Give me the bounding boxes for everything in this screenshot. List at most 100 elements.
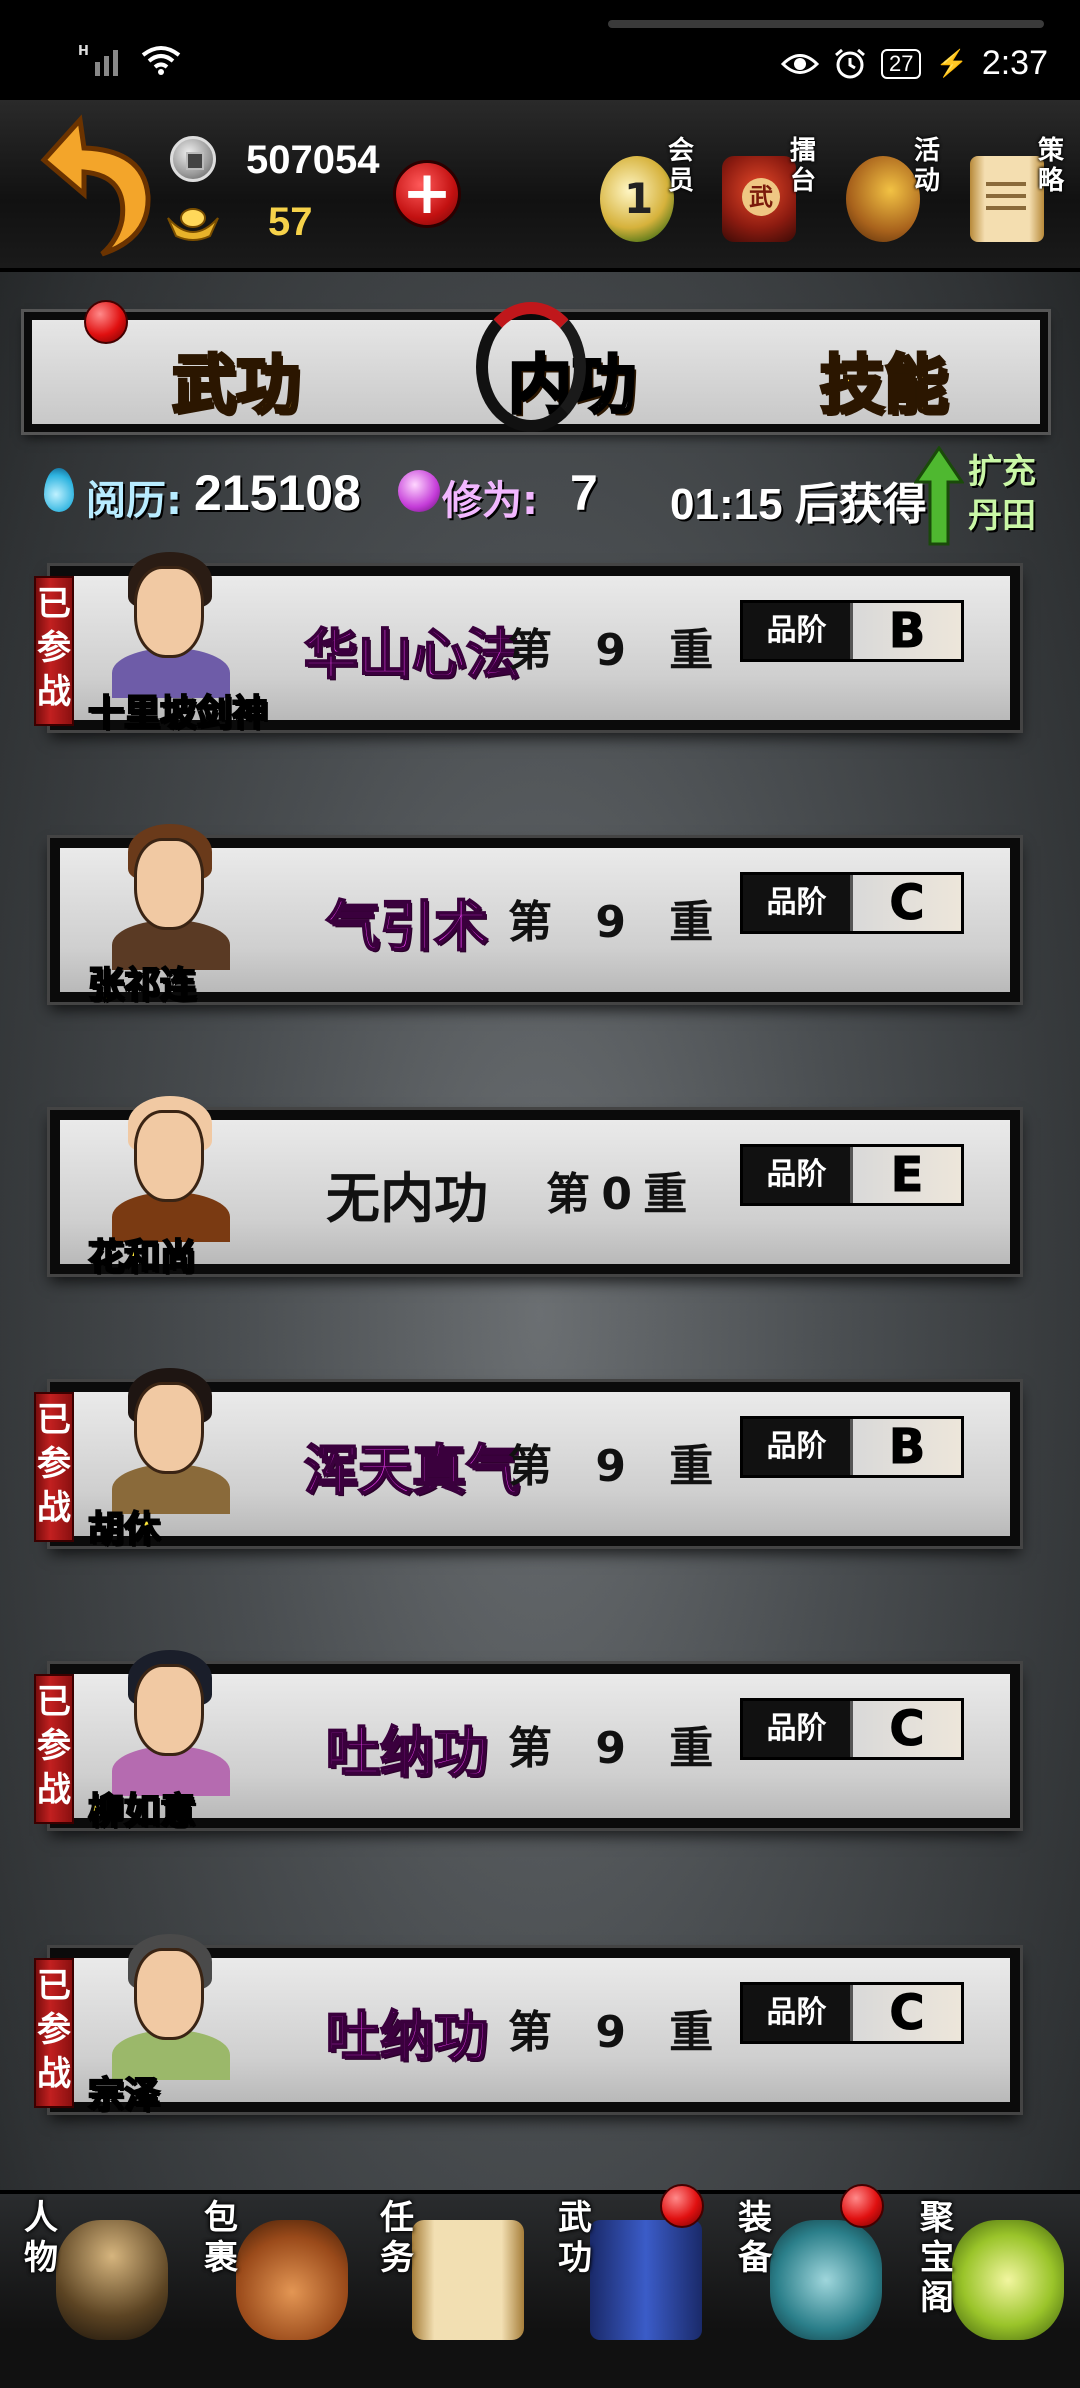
character-row[interactable]: 已参战 胡休 浑天真气 第 9 重 品阶 B — [34, 1368, 1030, 1552]
character-name: 十里坡剑神 — [87, 692, 269, 735]
nav-martial-book-button[interactable]: 武功 — [544, 2184, 720, 2370]
experience-value: 215108 — [194, 465, 361, 521]
vip-icon: 1 — [600, 156, 674, 242]
gold-ingot-icon — [167, 208, 219, 241]
vip-button[interactable]: 1 会员 — [600, 136, 696, 252]
timer-suffix: 后获得 — [794, 480, 927, 529]
strategy-label: 策略 — [1038, 136, 1065, 196]
portrait-face — [134, 1382, 204, 1474]
add-currency-button[interactable]: + — [393, 160, 461, 228]
grade-value: C — [853, 1985, 961, 2042]
grade-label: 品阶 — [743, 1147, 853, 1203]
alarm-icon — [834, 48, 865, 78]
treasure-icon — [952, 2220, 1064, 2340]
grade-label: 品阶 — [743, 1701, 853, 1757]
grade-value: C — [853, 1701, 961, 1758]
tab-martial-arts[interactable]: 武功 — [171, 334, 302, 425]
strategy-button[interactable]: 策略 — [970, 136, 1066, 252]
character-row[interactable]: 已参战 柳如意 吐纳功 第 9 重 品阶 C — [34, 1650, 1030, 1834]
character-row[interactable]: 已参战 宗泽 吐纳功 第 9 重 品阶 C — [34, 1934, 1030, 2118]
skill-name[interactable]: 华山心法 — [303, 610, 521, 689]
character-icon — [56, 2220, 168, 2340]
skill-name[interactable]: 吐纳功 — [325, 1992, 489, 2071]
martial-book-icon — [590, 2220, 702, 2340]
nav-quest-scroll-button[interactable]: 任务 — [366, 2190, 542, 2370]
level-value: 9 — [595, 625, 626, 676]
level-suffix: 重 — [669, 625, 714, 676]
level-prefix: 第 — [508, 1723, 552, 1774]
character-portrait[interactable] — [104, 1360, 234, 1514]
grade-label: 品阶 — [743, 1419, 853, 1475]
clock: 2:37 — [981, 44, 1048, 82]
tab-abilities[interactable]: 技能 — [819, 334, 950, 425]
scroll-icon — [970, 156, 1044, 242]
skill-level: 第 9 重 — [508, 1996, 713, 2060]
bag-icon — [236, 2220, 348, 2340]
level-value: 0 — [601, 1169, 632, 1220]
skill-level: 第 9 重 — [508, 1430, 713, 1494]
wifi-icon — [141, 46, 181, 75]
grade-box: 品阶 C — [740, 1698, 964, 1760]
nav-character-button[interactable]: 人物 — [10, 2190, 186, 2370]
level-suffix: 重 — [669, 1723, 714, 1774]
character-row[interactable]: 已参战 十里坡剑神 华山心法 第 9 重 品阶 B — [34, 552, 1030, 736]
level-prefix: 第 — [508, 1441, 552, 1492]
level-prefix: 第 — [546, 1169, 590, 1220]
nav-label: 聚宝阁 — [920, 2198, 954, 2318]
skill-name[interactable]: 无内功 — [326, 1154, 488, 1233]
character-portrait[interactable] — [104, 1088, 234, 1242]
experience-label: 阅历: — [86, 478, 182, 524]
cultivation-orb-icon — [398, 470, 440, 512]
silver-coin-icon — [170, 136, 216, 182]
character-portrait[interactable] — [104, 816, 234, 970]
status-left: H — [78, 44, 181, 76]
arena-button[interactable]: 武 擂台 — [722, 136, 818, 252]
skill-name[interactable]: 吐纳功 — [325, 1708, 489, 1787]
nav-treasure-button[interactable]: 聚宝阁 — [906, 2190, 1080, 2370]
expand-dantian-button[interactable]: 扩充丹田 — [914, 446, 1054, 550]
event-label: 活动 — [914, 136, 941, 196]
grade-value: B — [853, 603, 961, 660]
skill-level: 第 9 重 — [508, 614, 713, 678]
character-portrait[interactable] — [104, 1642, 234, 1796]
vip-label: 会员 — [668, 136, 695, 196]
notification-dot — [660, 2184, 704, 2228]
level-prefix: 第 — [508, 2007, 552, 2058]
character-name: 宗泽 — [87, 2074, 161, 2117]
up-arrow-icon — [914, 446, 964, 546]
silver-amount: 507054 — [246, 138, 380, 182]
skill-name[interactable]: 浑天真气 — [303, 1426, 521, 1505]
grade-label: 品阶 — [743, 603, 853, 659]
skill-level: 第 9 重 — [508, 1712, 713, 1776]
skill-name[interactable]: 气引术 — [325, 882, 489, 961]
timer-value: 01:15 — [670, 480, 783, 529]
character-row[interactable]: 张祁连 气引术 第 9 重 品阶 C — [40, 824, 1030, 1008]
level-value: 9 — [595, 2007, 626, 2058]
event-fan-icon — [846, 156, 920, 242]
skill-level: 第 0 重 — [546, 1158, 687, 1222]
portrait-face — [134, 838, 204, 930]
nav-bag-button[interactable]: 包裹 — [190, 2190, 366, 2370]
character-portrait[interactable] — [104, 544, 234, 698]
character-row[interactable]: 花和尚 无内功 第 0 重 品阶 E — [40, 1096, 1030, 1280]
quest-scroll-icon — [412, 2220, 524, 2340]
character-name: 柳如意 — [87, 1790, 197, 1833]
drag-handle[interactable] — [608, 20, 1044, 28]
level-prefix: 第 — [508, 625, 552, 676]
grade-value: B — [853, 1419, 961, 1476]
notification-dot — [84, 300, 128, 344]
network-type: H — [78, 44, 89, 59]
timer: 01:15 后获得 — [670, 468, 927, 532]
portrait-face — [134, 1110, 204, 1202]
notification-dot — [840, 2184, 884, 2228]
back-arrow-icon[interactable] — [40, 110, 155, 260]
portrait-face — [134, 1664, 204, 1756]
skill-level: 第 9 重 — [508, 886, 713, 950]
nav-equipment-button[interactable]: 装备 — [724, 2184, 900, 2370]
charging-icon: ⚡ — [935, 48, 968, 78]
portrait-face — [134, 566, 204, 658]
selected-tab-indicator — [476, 302, 586, 432]
event-button[interactable]: 活动 — [846, 136, 942, 252]
character-portrait[interactable] — [104, 1926, 234, 2080]
level-value: 9 — [595, 1723, 626, 1774]
